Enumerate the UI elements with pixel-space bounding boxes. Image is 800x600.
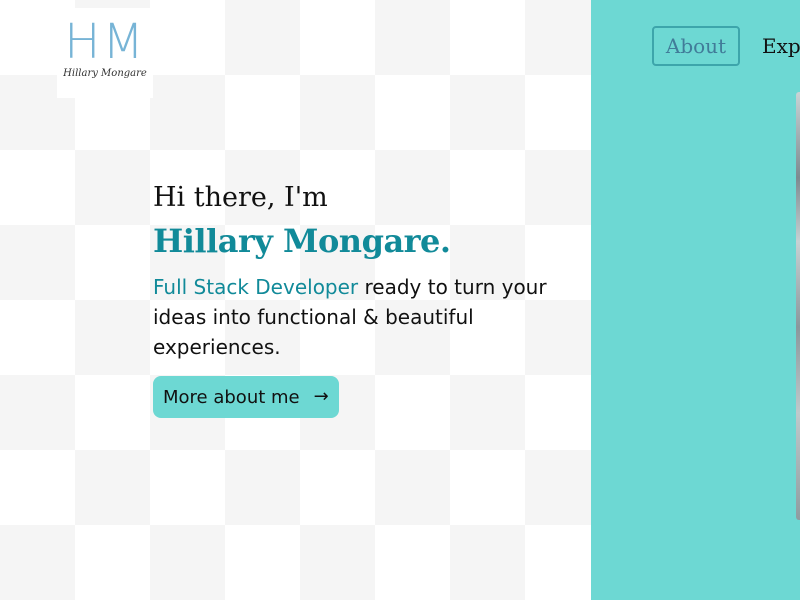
arrow-right-icon: → bbox=[313, 386, 329, 407]
hero-greeting: Hi there, I'm bbox=[153, 182, 328, 213]
nav-experience-link[interactable]: Exp bbox=[762, 34, 800, 58]
hero-role: Full Stack Developer bbox=[153, 275, 359, 299]
cta-label: More about me bbox=[163, 386, 300, 408]
profile-photo bbox=[796, 92, 800, 520]
hero-section: Hi there, I'm Hillary Mongare. Full Stac… bbox=[153, 180, 583, 418]
hero-tagline: Full Stack Developer ready to turn your … bbox=[153, 272, 573, 362]
logo-subtitle: Hillary Mongare bbox=[63, 68, 147, 79]
site-logo[interactable]: HM Hillary Mongare bbox=[57, 8, 153, 98]
logo-mark: HM bbox=[64, 14, 146, 70]
hero-name: Hillary Mongare. bbox=[153, 222, 451, 260]
right-panel bbox=[591, 0, 800, 600]
nav-about-link[interactable]: About bbox=[652, 26, 740, 66]
more-about-me-button[interactable]: More about me → bbox=[153, 376, 339, 418]
